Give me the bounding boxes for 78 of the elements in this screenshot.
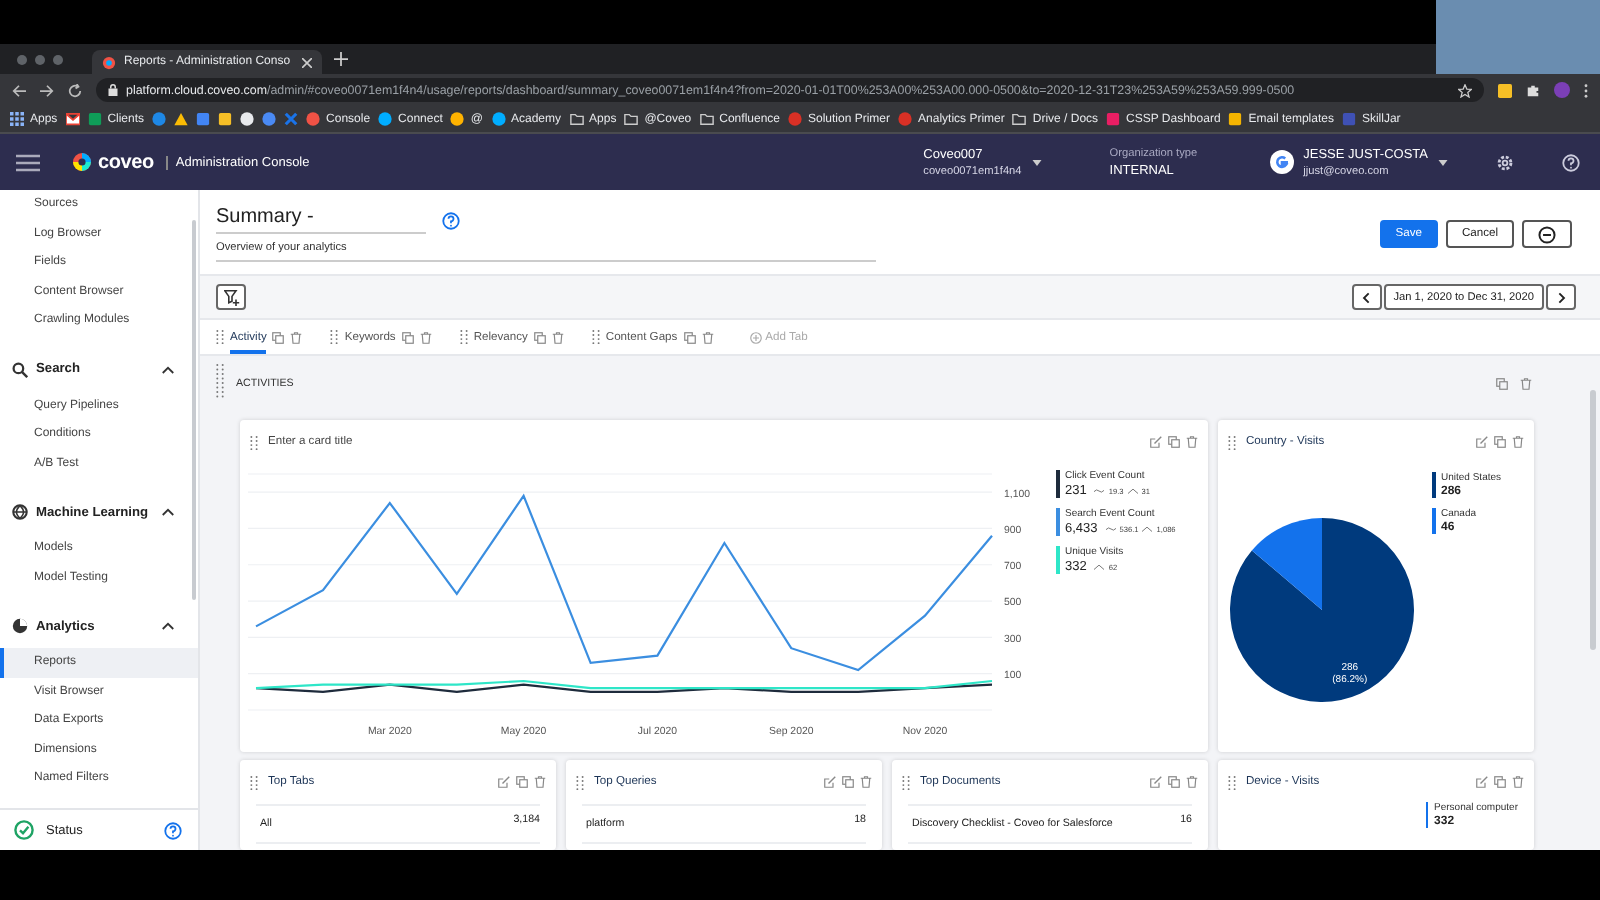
delete-icon[interactable] bbox=[290, 331, 303, 343]
copy-icon[interactable] bbox=[683, 331, 696, 343]
edit-icon[interactable] bbox=[498, 776, 510, 788]
copy-icon[interactable] bbox=[1494, 436, 1506, 448]
delete-icon[interactable] bbox=[1186, 436, 1198, 448]
delete-icon[interactable] bbox=[1512, 776, 1524, 788]
edit-icon[interactable] bbox=[1150, 436, 1162, 448]
check-circle-icon bbox=[14, 820, 34, 840]
filter-icon bbox=[223, 289, 239, 305]
delete-icon[interactable] bbox=[1186, 776, 1198, 788]
caret-icon bbox=[1031, 159, 1042, 165]
delete-icon[interactable] bbox=[534, 776, 546, 788]
copy-icon[interactable] bbox=[842, 776, 854, 788]
settings-icon[interactable] bbox=[1496, 153, 1514, 171]
copy-icon[interactable] bbox=[1168, 436, 1180, 448]
help-icon[interactable] bbox=[164, 821, 182, 839]
search-icon bbox=[12, 361, 28, 377]
plus-circle-icon bbox=[749, 331, 762, 343]
delete-icon[interactable] bbox=[701, 331, 714, 343]
minus-circle-icon bbox=[1538, 225, 1556, 243]
delete-icon[interactable] bbox=[860, 776, 872, 788]
delete-icon[interactable] bbox=[1512, 436, 1524, 448]
scrollbar[interactable] bbox=[1590, 390, 1596, 650]
peak-icon bbox=[1142, 526, 1153, 532]
coveo-favicon-icon bbox=[102, 55, 116, 69]
bookmark-icon bbox=[1012, 112, 1027, 126]
google-icon bbox=[1269, 150, 1294, 174]
pie-chart-icon bbox=[12, 618, 28, 634]
bookmark-icon bbox=[569, 112, 584, 126]
forward-icon[interactable] bbox=[40, 83, 54, 97]
bookmark-icon bbox=[10, 112, 24, 126]
previous-button[interactable] bbox=[1351, 284, 1382, 310]
next-button[interactable] bbox=[1546, 284, 1576, 310]
peak-icon bbox=[1094, 564, 1105, 570]
copy-icon[interactable] bbox=[1168, 776, 1180, 788]
chevron-icon bbox=[162, 508, 174, 516]
chevron-icon bbox=[162, 622, 174, 630]
bookmark-icon[interactable] bbox=[65, 112, 80, 126]
wave-icon bbox=[1105, 526, 1116, 532]
copy-icon[interactable] bbox=[533, 331, 546, 343]
help-icon[interactable] bbox=[442, 211, 460, 229]
edit-icon[interactable] bbox=[1476, 436, 1488, 448]
dashboard-title[interactable]: Summary - bbox=[216, 206, 426, 234]
logo-text: coveo bbox=[98, 151, 154, 173]
chevron-right-icon bbox=[1557, 291, 1565, 303]
delete-icon[interactable] bbox=[551, 331, 564, 343]
back-icon[interactable] bbox=[12, 83, 26, 97]
edit-icon[interactable] bbox=[1150, 776, 1162, 788]
bookmark-icon bbox=[624, 112, 639, 126]
copy-icon[interactable] bbox=[516, 776, 528, 788]
globe-icon bbox=[12, 504, 28, 520]
delete-icon[interactable] bbox=[1520, 378, 1532, 390]
logo-icon bbox=[72, 152, 92, 172]
puzzle-icon[interactable] bbox=[1526, 83, 1540, 97]
edit-icon[interactable] bbox=[824, 776, 836, 788]
chevron-icon bbox=[162, 365, 174, 373]
new-tab-icon[interactable] bbox=[334, 52, 348, 66]
reload-icon[interactable] bbox=[68, 83, 82, 97]
edit-icon[interactable] bbox=[1476, 776, 1488, 788]
caret-icon bbox=[1438, 159, 1448, 165]
more-button[interactable] bbox=[1522, 220, 1572, 248]
bookmark-icon bbox=[699, 112, 714, 126]
close-icon[interactable] bbox=[302, 57, 312, 67]
lock-icon bbox=[108, 84, 118, 96]
chevron-left-icon bbox=[1362, 291, 1371, 303]
delete-icon[interactable] bbox=[419, 331, 432, 343]
add-filter-button[interactable] bbox=[216, 284, 246, 310]
star-icon[interactable] bbox=[1458, 83, 1472, 97]
copy-icon[interactable] bbox=[401, 331, 414, 343]
copy-icon[interactable] bbox=[1496, 378, 1508, 390]
wave-icon bbox=[1094, 488, 1105, 494]
menu-icon[interactable] bbox=[16, 153, 40, 171]
window-controls-icon[interactable] bbox=[16, 53, 64, 65]
extension-icon[interactable] bbox=[1498, 83, 1512, 97]
copy-icon[interactable] bbox=[272, 331, 285, 343]
profile-avatar-icon[interactable] bbox=[1554, 82, 1570, 98]
peak-icon bbox=[1127, 488, 1138, 494]
copy-icon[interactable] bbox=[1494, 776, 1506, 788]
